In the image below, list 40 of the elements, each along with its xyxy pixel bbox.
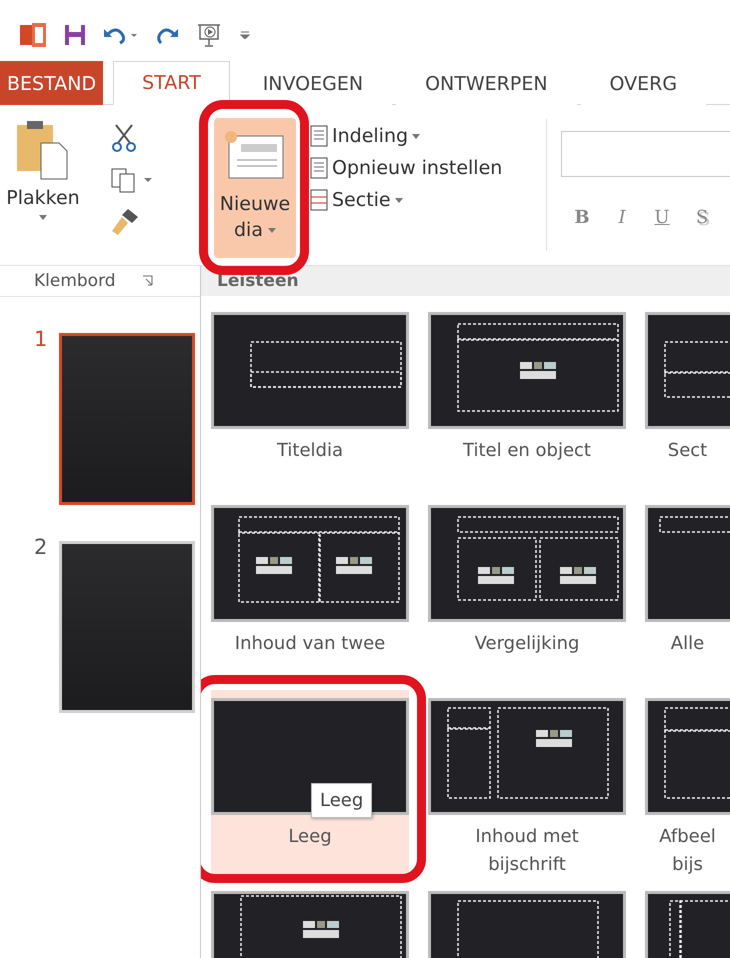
scissors-icon[interactable] [110, 123, 138, 153]
group-label: Klembord [34, 271, 116, 291]
slide-number: 1 [34, 327, 48, 353]
slide-number: 2 [34, 535, 48, 561]
slide-thumbnail[interactable] [59, 333, 196, 505]
tooltip: Leeg [311, 783, 372, 818]
section-icon [310, 189, 328, 211]
layout-icon [310, 125, 328, 147]
caret-icon [412, 134, 420, 138]
new-slide-button[interactable]: Nieuwe dia [214, 118, 296, 258]
slide-command-button[interactable]: Indeling [310, 125, 546, 147]
layout-option[interactable]: Inhoud van twee [211, 497, 409, 682]
slideshow-icon[interactable] [196, 22, 222, 48]
slide-command-button[interactable]: Opnieuw instellen [310, 157, 546, 179]
ribbon-tab[interactable]: START [113, 61, 230, 105]
powerpoint-logo-icon[interactable] [20, 23, 46, 47]
copy-icon[interactable] [110, 167, 154, 193]
caret-icon [39, 215, 47, 220]
format-button[interactable]: B [571, 207, 593, 228]
caret-icon [268, 228, 276, 233]
font-field[interactable] [561, 131, 730, 177]
layout-option[interactable]: Inhoud met bijschrift [428, 690, 626, 875]
format-button[interactable]: I [611, 207, 633, 228]
layout-option[interactable]: Vergelijking [428, 497, 626, 682]
customize-menu-icon[interactable] [240, 31, 250, 39]
caret-icon [394, 198, 403, 202]
gallery-title: Leisteen [201, 266, 730, 296]
layout-option[interactable]: Titel en object [428, 304, 626, 489]
file-tab[interactable]: BESTAND [0, 61, 104, 105]
layout-option[interactable]: Titeldia [211, 304, 409, 489]
layout-icon [310, 157, 328, 179]
format-painter-icon[interactable] [110, 207, 140, 235]
slide-command-button[interactable]: Sectie [310, 189, 546, 211]
dialog-launcher-icon[interactable] [142, 275, 154, 287]
layout-option[interactable]: Alle [645, 497, 730, 682]
format-button[interactable]: S [691, 207, 713, 228]
layout-option[interactable]: Sect [645, 304, 730, 489]
layout-option[interactable]: Afbeel bijs [645, 690, 730, 875]
paste-button[interactable]: Plakken [8, 119, 78, 265]
format-button[interactable]: U [651, 207, 673, 228]
